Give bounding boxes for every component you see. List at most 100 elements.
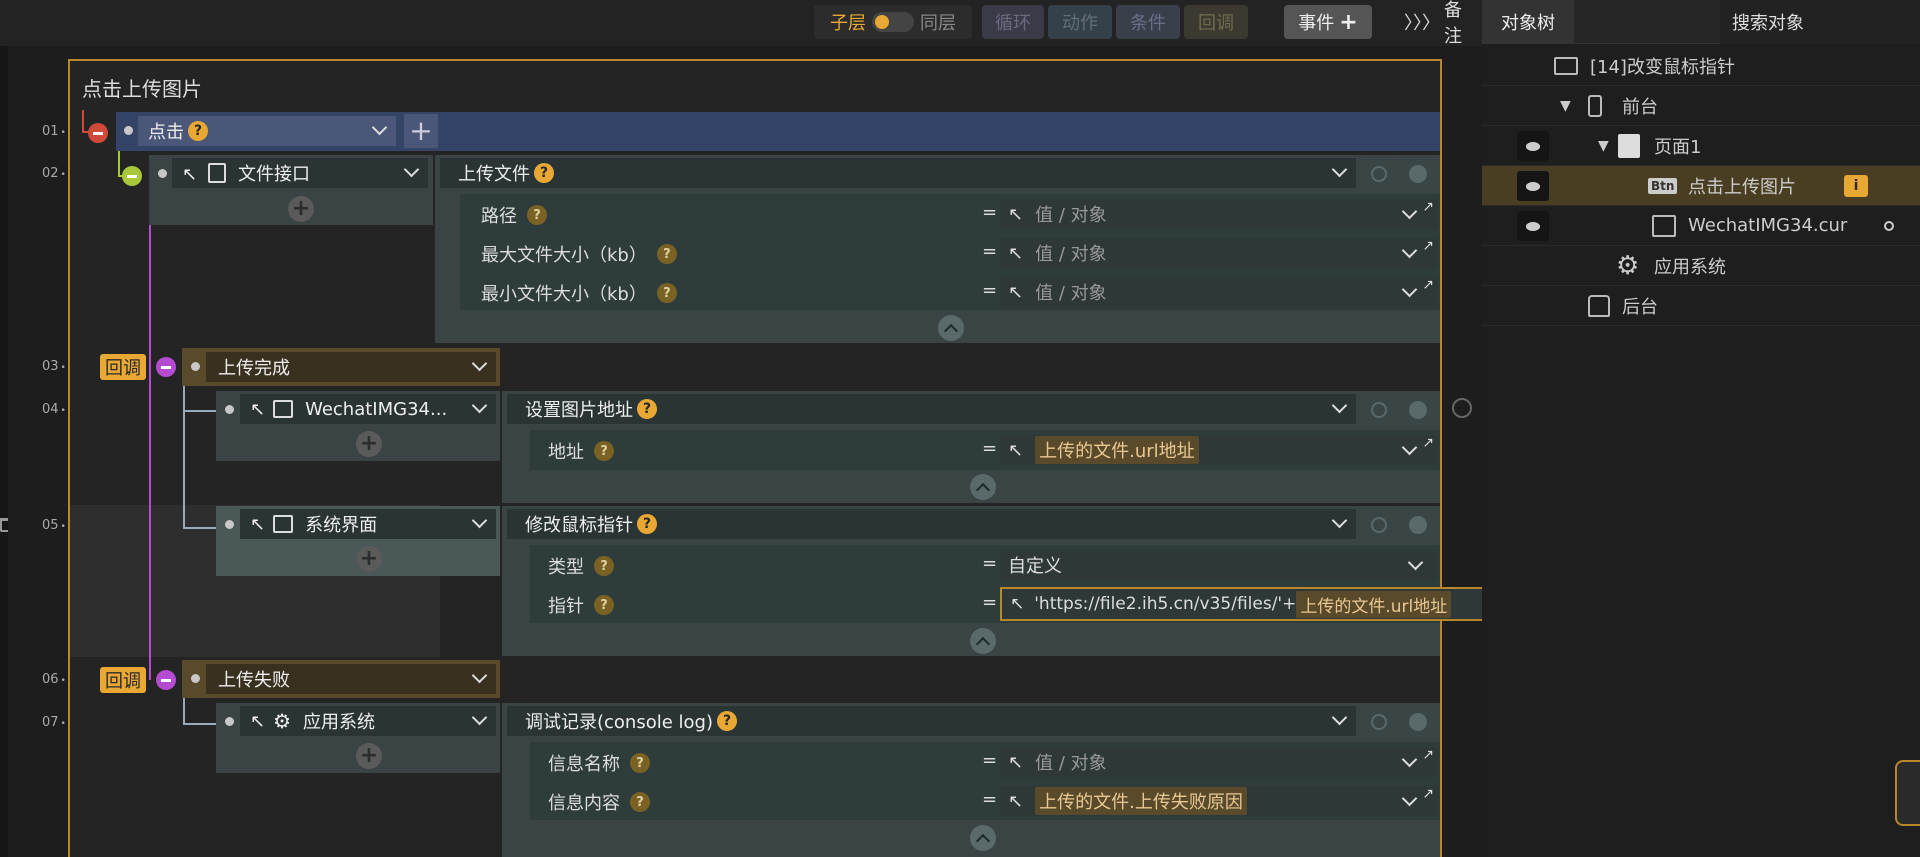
search-objects-input[interactable]: 搜索对象 <box>1720 0 1920 44</box>
help-icon[interactable]: ? <box>630 753 650 773</box>
clock-icon[interactable] <box>1402 158 1434 190</box>
pointer-icon[interactable]: ↖ <box>1008 791 1023 812</box>
help-icon[interactable]: ? <box>717 711 737 731</box>
help-icon[interactable]: ? <box>630 792 650 812</box>
value-input[interactable]: ↖ 上传的文件.url地址 ↗ <box>1000 435 1438 465</box>
value-input[interactable]: ↖ 上传的文件.上传失败原因 ↗ <box>1000 786 1438 816</box>
expand-icon[interactable]: ↗ <box>1422 786 1434 802</box>
callback-select[interactable]: 上传完成 <box>206 352 496 382</box>
action-select[interactable]: 修改鼠标指针? <box>507 509 1356 539</box>
info-badge-icon[interactable]: i <box>1844 174 1868 197</box>
chevron-down-icon <box>471 397 488 414</box>
pointer-icon[interactable]: ↖ <box>1008 440 1023 461</box>
value-input[interactable]: ↖ 值 / 对象 ↗ <box>1000 747 1438 777</box>
event-button[interactable]: 事件 + <box>1284 5 1372 39</box>
help-icon[interactable]: ? <box>637 399 657 419</box>
help-icon[interactable]: ? <box>527 205 547 225</box>
refresh-icon[interactable] <box>1363 509 1395 541</box>
notes-button[interactable]: 〉〉〉 备注 <box>1404 0 1478 47</box>
floating-helper-tab[interactable] <box>1895 760 1920 826</box>
target-select[interactable]: ↖ 系统界面 <box>240 509 496 539</box>
help-icon[interactable]: ? <box>594 556 614 576</box>
help-icon[interactable]: ? <box>637 514 657 534</box>
pointer-icon[interactable]: ↖ <box>250 711 265 732</box>
target-select[interactable]: ↖ ⚙ 应用系统 <box>240 706 496 736</box>
action-select[interactable]: 上传文件? <box>440 158 1356 188</box>
refresh-icon[interactable] <box>1363 706 1395 738</box>
eye-icon[interactable] <box>1517 211 1549 241</box>
help-icon[interactable]: ? <box>594 595 614 615</box>
pointer-icon[interactable]: ↖ <box>250 514 265 535</box>
layer-toggle[interactable] <box>872 12 914 32</box>
collapse-params-button[interactable] <box>970 474 996 500</box>
tree-item-backend[interactable]: 后台 <box>1482 286 1920 326</box>
collapse-button[interactable] <box>122 166 142 186</box>
action-button[interactable]: 动作 <box>1048 5 1112 39</box>
tree-item-event[interactable]: [14]改变鼠标指针 <box>1482 46 1920 86</box>
help-icon[interactable]: ? <box>534 163 554 183</box>
tree-item-button[interactable]: Btn 点击上传图片 i <box>1482 166 1920 206</box>
loop-button[interactable]: 循环 <box>982 5 1044 39</box>
help-icon[interactable]: ? <box>656 244 677 264</box>
collapse-button[interactable] <box>88 123 108 143</box>
target-select[interactable]: ↖ WechatIMG34... <box>240 394 496 424</box>
expand-icon[interactable]: ↗ <box>1422 238 1434 254</box>
pointer-icon[interactable]: ↖ <box>182 164 200 185</box>
sibling-layer-label[interactable]: 同层 <box>920 9 956 35</box>
type-select[interactable]: 自定义 <box>1000 550 1438 580</box>
add-action-button[interactable]: + <box>288 196 314 222</box>
tree-item-app-system[interactable]: ⚙ 应用系统 <box>1482 246 1920 286</box>
value-input[interactable]: ↖ 值 / 对象 ↗ <box>1000 238 1438 268</box>
refresh-icon[interactable] <box>1363 394 1395 426</box>
eye-icon[interactable] <box>1517 171 1549 201</box>
collapse-params-button[interactable] <box>938 315 964 341</box>
eye-icon[interactable] <box>1517 131 1549 161</box>
target-crosshair-icon[interactable] <box>1452 398 1472 418</box>
caret-down-icon[interactable]: ▼ <box>1598 138 1609 154</box>
callback-button[interactable]: 回调 <box>1184 5 1248 39</box>
tree-item-page[interactable]: ▼ 页面1 <box>1482 126 1920 166</box>
target-select[interactable]: ↖ 文件接口 <box>172 158 428 188</box>
collapse-button[interactable] <box>156 357 176 377</box>
pointer-icon[interactable]: ↖ <box>1010 594 1024 614</box>
value-input[interactable]: ↖ 值 / 对象 ↗ <box>1000 277 1438 307</box>
callback-select[interactable]: 上传失败 <box>206 664 496 694</box>
pointer-icon[interactable]: ↖ <box>1008 243 1023 264</box>
help-icon[interactable]: ? <box>188 121 208 141</box>
expand-icon[interactable]: ↗ <box>1422 277 1434 293</box>
collapse-button[interactable] <box>156 670 176 690</box>
action-select[interactable]: 设置图片地址? <box>507 394 1356 424</box>
tab-object-tree[interactable]: 对象树 <box>1482 0 1574 44</box>
expand-icon[interactable]: ↗ <box>1422 199 1434 215</box>
chevron-down-icon <box>1401 203 1418 220</box>
add-action-button[interactable]: + <box>356 431 382 457</box>
pointer-icon[interactable]: ↖ <box>1008 752 1023 773</box>
condition-button[interactable]: 条件 <box>1116 5 1180 39</box>
pointer-icon[interactable]: ↖ <box>250 399 265 420</box>
trigger-select[interactable]: 点击? <box>138 116 396 146</box>
child-layer-label[interactable]: 子层 <box>830 9 866 35</box>
pointer-icon[interactable]: ↖ <box>1008 204 1023 225</box>
collapse-params-button[interactable] <box>970 628 996 654</box>
action-select[interactable]: 调试记录(console log)? <box>507 706 1356 736</box>
tree-item-frontend[interactable]: ▼ 前台 <box>1482 86 1920 126</box>
value-input[interactable]: ↖ 值 / 对象 ↗ <box>1000 199 1438 229</box>
refresh-icon[interactable] <box>1363 158 1395 190</box>
help-icon[interactable]: ? <box>656 283 677 303</box>
clock-icon[interactable] <box>1402 706 1434 738</box>
expand-icon[interactable]: ↗ <box>1422 435 1434 451</box>
pointer-expression-input[interactable]: ↖ 'https://file2.ih5.cn/v35/files/'+ 上传的文… <box>1000 587 1518 621</box>
pointer-icon[interactable]: ↖ <box>1008 282 1023 303</box>
expand-icon[interactable]: ↗ <box>1422 747 1434 763</box>
row-dot <box>124 126 133 135</box>
clock-icon[interactable] <box>1402 509 1434 541</box>
help-icon[interactable]: ? <box>594 441 614 461</box>
caret-down-icon[interactable]: ▼ <box>1560 98 1571 114</box>
add-action-button[interactable]: + <box>356 743 382 769</box>
add-trigger-button[interactable]: + <box>404 114 438 148</box>
clock-icon[interactable] <box>1402 394 1434 426</box>
tree-item-image[interactable]: WechatIMG34.cur <box>1482 206 1920 246</box>
chevron-down-icon <box>403 161 420 178</box>
add-action-button[interactable]: + <box>356 546 382 572</box>
collapse-params-button[interactable] <box>970 825 996 851</box>
